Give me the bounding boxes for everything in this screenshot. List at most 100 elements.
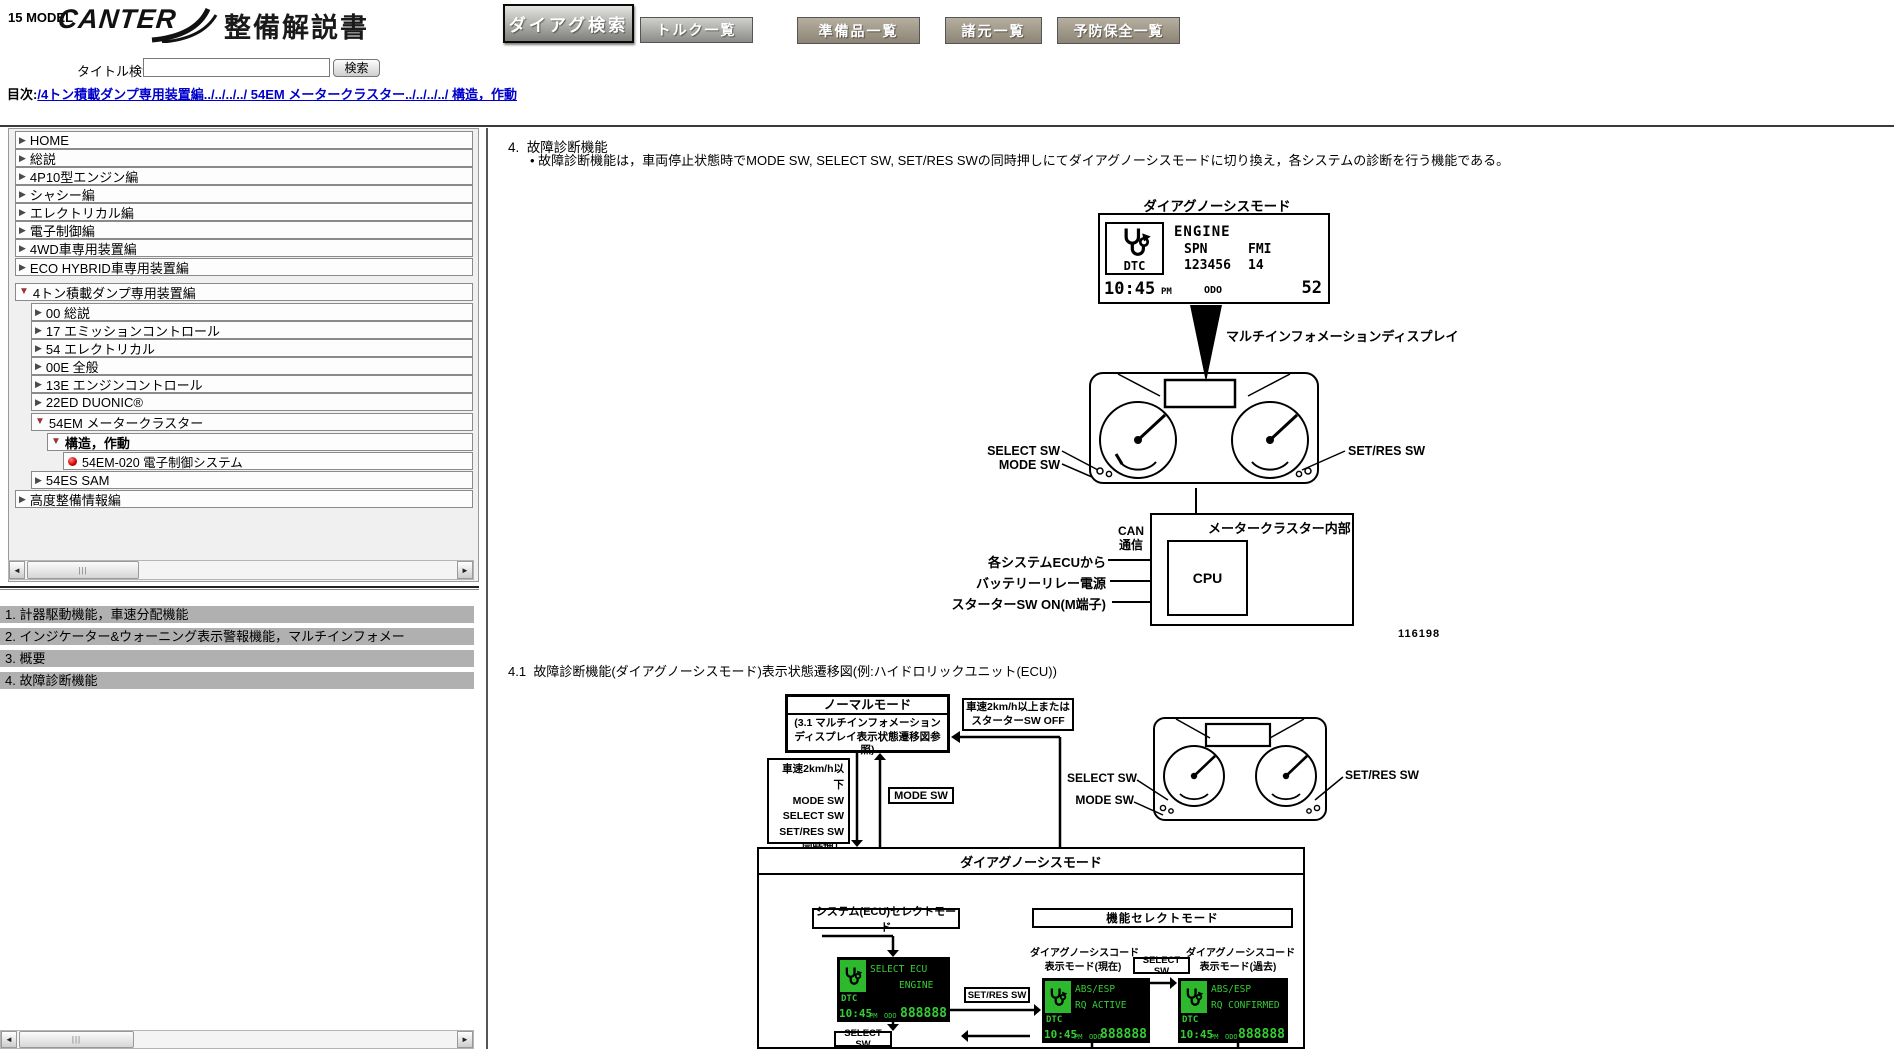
tree-item-54em-meter-cluster[interactable]: ▼ 54EM メータークラスター [31,413,473,431]
tree-item-4ton-dump[interactable]: ▼ 4トン積載ダンプ専用装置編 [15,283,473,301]
tree-item-54-electrical[interactable]: ▶ 54 エレクトリカル [31,339,473,357]
tree-item-label: 総説 [30,149,56,167]
tree-item-chassis[interactable]: ▶ シャシー編 [15,185,473,203]
tree-item-label: 構造，作動 [65,433,130,451]
collapsed-arrow-icon: ▶ [19,226,26,235]
fig2-arrows [650,690,1450,1049]
toc-hscrollbar[interactable]: ◄ ||| ► [0,1030,474,1049]
title-search-input[interactable] [143,58,330,77]
collapsed-arrow-icon: ▶ [19,208,26,217]
nav-button-torque-list[interactable]: トルク一覧 [640,17,753,43]
fig1-display-spn-value: 123456 [1184,258,1231,273]
tree-item-13e-engine-control[interactable]: ▶ 13E エンジンコントロール [31,375,473,393]
collapsed-arrow-icon: ▶ [19,154,26,163]
tree-item-label: シャシー編 [30,185,95,203]
section-number: 4. [508,140,519,155]
scrollbar-thumb[interactable]: ||| [19,1031,134,1048]
tree-item-home[interactable]: ▶ HOME [15,131,473,149]
breadcrumb-link-section[interactable]: 構造，作動 [448,87,517,102]
tree-item-22ed-duonic[interactable]: ▶ 22ED DUONIC® [31,393,473,411]
tree-item-label: 高度整備情報編 [30,490,121,508]
collapsed-arrow-icon: ▶ [19,190,26,199]
tree-item-label: 54EM-020 電子制御システム [82,452,243,470]
tree-item-54es-sam[interactable]: ▶ 54ES SAM [31,471,473,489]
nav-button-specs-list[interactable]: 諸元一覧 [945,17,1042,44]
scroll-right-button[interactable]: ► [457,561,473,579]
collapsed-arrow-icon: ▶ [19,136,26,145]
collapsed-arrow-icon: ▶ [19,172,26,181]
tree-item-00-general[interactable]: ▶ 00 総説 [31,303,473,321]
collapsed-arrow-icon: ▶ [35,380,42,389]
tree-hscrollbar[interactable]: ◄ ||| ► [8,560,474,580]
fig1-display-system: ENGINE [1174,224,1231,240]
fig1-display-clock: 10:45 [1104,279,1155,299]
collapsed-arrow-icon: ▶ [35,362,42,371]
section41-number: 4.1 [508,664,526,679]
collapsed-arrow-icon: ▶ [35,476,42,485]
fig1-multi-info-display: DTC ENGINE SPN FMI 123456 14 10:45 PM OD… [1098,213,1330,304]
breadcrumb-link-volume[interactable]: /4トン積載ダンプ専用装置編../../../../ [37,87,247,102]
fig1-display-odo-value: 52 [1302,278,1322,298]
tree-item-label: 17 エミッションコントロール [46,321,220,339]
tree-item-electrical[interactable]: ▶ エレクトリカル編 [15,203,473,221]
fig1-cpu-box: CPU [1167,540,1248,616]
toc-item-2[interactable]: 2. インジケーター&ウォーニング表示警報機能，マルチインフォメー [0,628,474,645]
tree-item-label: 13E エンジンコントロール [46,375,203,393]
tree-item-17-emission[interactable]: ▶ 17 エミッションコントロール [31,321,473,339]
collapsed-arrow-icon: ▶ [35,344,42,353]
section-bullet: • 故障診断機能は，車両停止状態時でMODE SW, SELECT SW, SE… [530,150,1680,169]
fig1-can-label: CAN 通信 [1113,524,1149,553]
page-title: 整備解説書 [224,6,369,45]
section41-heading: 4.1 故障診断機能(ダイアグノーシスモード)表示状態遷移図(例:ハイドロリック… [508,661,1057,680]
expanded-arrow-icon: ▼ [19,287,29,297]
tree-item-label: ECO HYBRID車専用装置編 [30,258,189,276]
dtc-icon-box: DTC [1105,222,1164,275]
collapsed-arrow-icon: ▶ [19,263,26,272]
section41-title: 故障診断機能(ダイアグノーシスモード)表示状態遷移図(例:ハイドロリックユニット… [533,664,1057,679]
breadcrumb: 目次:/4トン積載ダンプ専用装置編../../../../ 54EM メーターク… [7,84,517,103]
fig1-input-ecu: 各システムECUから [960,552,1106,571]
scroll-left-button[interactable]: ◄ [1,1031,17,1048]
tree-item-54em-020[interactable]: 54EM-020 電子制御システム [63,452,473,470]
tree-item-eco-hybrid[interactable]: ▶ ECO HYBRID車専用装置編 [15,258,473,276]
dtc-label: DTC [1107,259,1162,273]
scroll-right-button[interactable]: ► [457,1031,473,1048]
scroll-left-button[interactable]: ◄ [9,561,25,579]
tree-item-electronic-control[interactable]: ▶ 電子制御編 [15,221,473,239]
tree-item-general[interactable]: ▶ 総説 [15,149,473,167]
collapsed-arrow-icon: ▶ [35,398,42,407]
leaf-dot-icon [68,457,77,466]
breadcrumb-link-group[interactable]: 54EM メータークラスター../../../../ [247,87,448,102]
header-divider [0,125,1894,127]
scrollbar-thumb[interactable]: ||| [27,561,139,579]
tree-item-advanced-service-info[interactable]: ▶ 高度整備情報編 [15,490,473,508]
tree-item-label: 4P10型エンジン編 [30,167,138,185]
logo-swoosh-icon [150,3,218,43]
tree-item-4wd[interactable]: ▶ 4WD車専用装置編 [15,239,473,257]
toc-item-3[interactable]: 3. 概要 [0,650,474,667]
sidebar-main-divider [486,128,488,1049]
tree-item-label: 54EM メータークラスター [49,413,203,431]
search-button[interactable]: 検索 [333,59,380,77]
expanded-arrow-icon: ▼ [51,437,61,447]
tree-item-label: 54 エレクトリカル [46,339,155,357]
fig1-display-ampm: PM [1161,287,1172,297]
expanded-arrow-icon: ▼ [35,417,45,427]
dtc-stethoscope-icon [1119,226,1153,258]
fig1-number: 116198 [1398,628,1440,640]
toc-item-4[interactable]: 4. 故障診断機能 [0,672,474,689]
tree-item-structure-operation[interactable]: ▼ 構造，作動 [47,433,473,451]
bullet-text: 故障診断機能は，車両停止状態時でMODE SW, SELECT SW, SET/… [538,153,1509,168]
fig1-title: ダイアグノーシスモード [1104,195,1330,215]
breadcrumb-prefix: 目次: [7,87,37,102]
nav-button-preventive-list[interactable]: 予防保全一覧 [1057,17,1180,44]
nav-button-preparation-list[interactable]: 準備品一覧 [797,17,920,44]
toc-item-1[interactable]: 1. 計器駆動機能，車速分配機能 [0,606,474,623]
fig1-display-fmi-value: 14 [1248,258,1264,273]
tree-item-00e-general[interactable]: ▶ 00E 全般 [31,357,473,375]
tree-item-label: エレクトリカル編 [30,203,134,221]
fig1-display-fmi-label: FMI [1248,242,1271,257]
tree-item-4p10-engine[interactable]: ▶ 4P10型エンジン編 [15,167,473,185]
can-line2: 通信 [1113,538,1149,552]
nav-button-diag-search[interactable]: ダイアグ検索 [503,4,634,43]
